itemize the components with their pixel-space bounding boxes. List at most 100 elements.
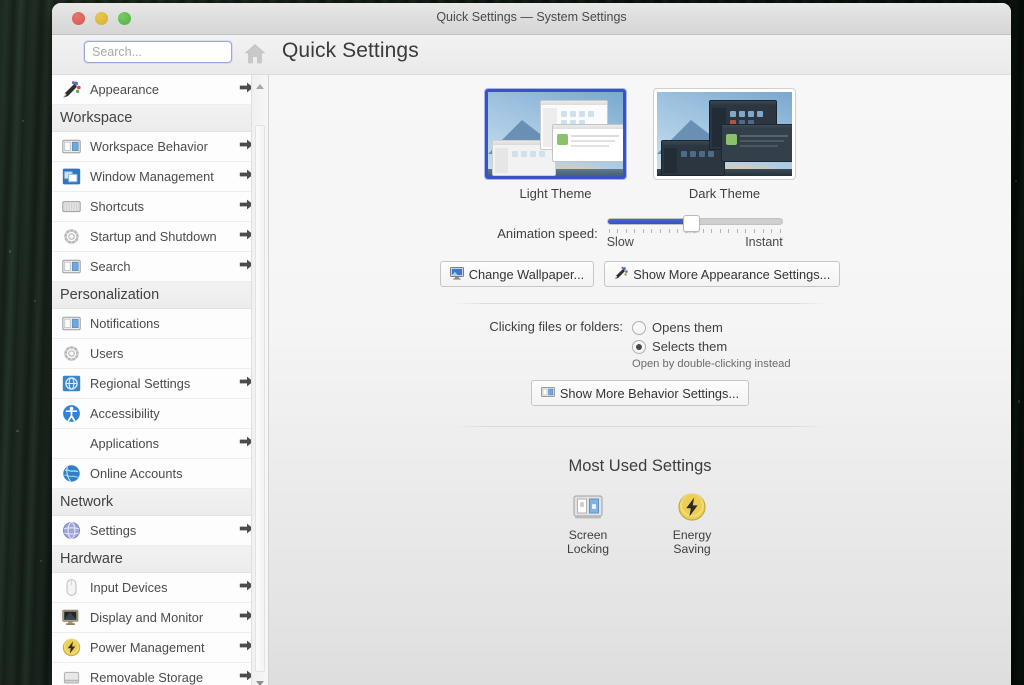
home-icon[interactable] <box>242 40 268 66</box>
sidebar-item-shortcuts[interactable]: Shortcuts <box>52 192 268 222</box>
screen-locking-line2: Locking <box>566 542 609 556</box>
screen-lock-icon <box>552 492 624 522</box>
window-titlebar[interactable]: Quick Settings — System Settings <box>52 3 1011 35</box>
most-used-label: Energy Saving <box>656 528 728 556</box>
sidebar-item-power-management[interactable]: Power Management <box>52 633 268 663</box>
scrollbar-thumb[interactable] <box>255 125 265 672</box>
energy-saving-line2: Saving <box>673 542 711 556</box>
radio-button-icon[interactable] <box>632 320 647 335</box>
appearance-buttons-row: Change Wallpaper... Show More Appearance… <box>269 261 1011 287</box>
slider-tick <box>608 229 610 233</box>
search-container <box>84 41 232 63</box>
slider-tick <box>711 229 713 233</box>
sidebar-item-label: Accessibility <box>90 406 160 421</box>
change-wallpaper-label: Change Wallpaper... <box>468 266 585 282</box>
click-behavior-options: Opens them Selects them Open by double-c… <box>632 318 791 370</box>
energy-saving-line1: Energy <box>672 528 712 542</box>
none-icon <box>62 434 81 453</box>
sidebar-item-label: Workspace Behavior <box>90 139 208 154</box>
users-gear-icon <box>62 344 81 363</box>
theme-label-light: Light Theme <box>519 186 592 201</box>
slider-min-label: Slow <box>606 235 634 249</box>
theme-preview-light[interactable] <box>485 89 626 179</box>
slider-tick <box>719 229 721 233</box>
sidebar-item-search[interactable]: Search <box>52 252 268 282</box>
window-icon <box>62 167 81 186</box>
workspace-icon <box>540 385 555 402</box>
animation-speed-label: Animation speed: <box>497 226 598 241</box>
sidebar-item-applications[interactable]: Applications <box>52 429 268 459</box>
scroll-up-arrow-icon[interactable] <box>255 78 265 89</box>
sidebar-item-label: Users <box>90 346 124 361</box>
sidebar-item-users[interactable]: Users <box>52 339 268 369</box>
scroll-down-arrow-icon[interactable] <box>255 675 265 685</box>
most-used-screen-locking[interactable]: Screen Locking <box>552 492 624 556</box>
sidebar-item-online-accounts[interactable]: Online Accounts <box>52 459 268 489</box>
sidebar-item-notifications[interactable]: Notifications <box>52 309 268 339</box>
slider-track[interactable] <box>606 215 783 232</box>
sidebar-item-settings[interactable]: Settings <box>52 516 268 546</box>
sidebar-scrollbar[interactable] <box>251 75 268 685</box>
desktop-speck <box>16 430 19 432</box>
click-behavior-block: Clicking files or folders: Opens them Se… <box>269 318 1011 370</box>
sidebar-list: Appearance Workspace Workspace Behavior … <box>52 75 268 685</box>
radio-selects-them[interactable]: Selects them <box>632 337 791 356</box>
sidebar-item-display-and-monitor[interactable]: Display and Monitor <box>52 603 268 633</box>
change-wallpaper-button[interactable]: Change Wallpaper... <box>439 261 595 287</box>
search-input[interactable] <box>84 41 232 63</box>
drive-icon <box>62 668 81 685</box>
power-bolt-icon <box>656 492 728 522</box>
sidebar-item-regional-settings[interactable]: Regional Settings <box>52 369 268 399</box>
slider-tick <box>677 229 679 233</box>
animation-speed-row: Animation speed: Slow Instant <box>269 215 1011 249</box>
sidebar-item-appearance[interactable]: Appearance <box>52 75 268 105</box>
show-more-behavior-settings-button[interactable]: Show More Behavior Settings... <box>530 380 750 406</box>
system-settings-window: Quick Settings — System Settings Quick S… <box>52 3 1011 685</box>
radio-opens-them[interactable]: Opens them <box>632 318 791 337</box>
theme-option-light[interactable]: Light Theme <box>485 89 626 201</box>
notifications-icon <box>62 314 81 333</box>
sidebar-item-label: Window Management <box>90 169 214 184</box>
network-icon <box>62 521 81 540</box>
show-more-appearance-label: Show More Appearance Settings... <box>633 266 831 282</box>
accessibility-icon <box>62 404 81 423</box>
sidebar-item-label: Input Devices <box>90 580 168 595</box>
show-more-appearance-settings-button[interactable]: Show More Appearance Settings... <box>604 261 841 287</box>
animation-speed-slider[interactable]: Slow Instant <box>606 215 783 249</box>
sidebar-item-label: Search <box>90 259 131 274</box>
radio-selects-them-label: Selects them <box>652 339 728 354</box>
desktop-speck <box>22 120 24 122</box>
regional-icon <box>62 374 81 393</box>
sidebar-item-input-devices[interactable]: Input Devices <box>52 573 268 603</box>
sidebar-item-label: Applications <box>90 436 160 451</box>
appearance-icon <box>62 80 81 99</box>
sidebar-item-window-management[interactable]: Window Management <box>52 162 268 192</box>
radio-button-selected-icon[interactable] <box>632 339 647 354</box>
wallpaper-monitor-icon <box>449 266 464 283</box>
sidebar-item-label: Removable Storage <box>90 670 204 685</box>
sidebar-item-workspace-behavior[interactable]: Workspace Behavior <box>52 132 268 162</box>
click-behavior-label: Clicking files or folders: <box>489 319 624 334</box>
slider-tick <box>762 229 764 233</box>
sidebar-item-removable-storage[interactable]: Removable Storage <box>52 663 268 685</box>
sidebar-item-accessibility[interactable]: Accessibility <box>52 399 268 429</box>
radio-opens-them-label: Opens them <box>652 320 723 335</box>
power-bolt-icon <box>62 638 81 657</box>
sidebar-item-label: Settings <box>90 523 137 538</box>
slider-tick <box>754 229 756 233</box>
slider-tick <box>642 229 644 233</box>
sidebar-header: Workspace <box>52 105 268 132</box>
theme-option-dark[interactable]: Dark Theme <box>654 89 795 201</box>
slider-handle[interactable] <box>683 215 701 232</box>
monitor-icon <box>62 608 81 627</box>
behavior-button-row: Show More Behavior Settings... <box>269 380 1011 406</box>
sidebar-item-label: Power Management <box>90 640 205 655</box>
sidebar-header: Hardware <box>52 546 268 573</box>
sidebar-item-label: Appearance <box>90 82 160 97</box>
most-used-energy-saving[interactable]: Energy Saving <box>656 492 728 556</box>
theme-preview-dark[interactable] <box>654 89 795 179</box>
sidebar-item-startup-and-shutdown[interactable]: Startup and Shutdown <box>52 222 268 252</box>
search-module-icon <box>62 257 81 276</box>
desktop-speck <box>40 560 42 562</box>
slider-tick <box>634 229 636 233</box>
